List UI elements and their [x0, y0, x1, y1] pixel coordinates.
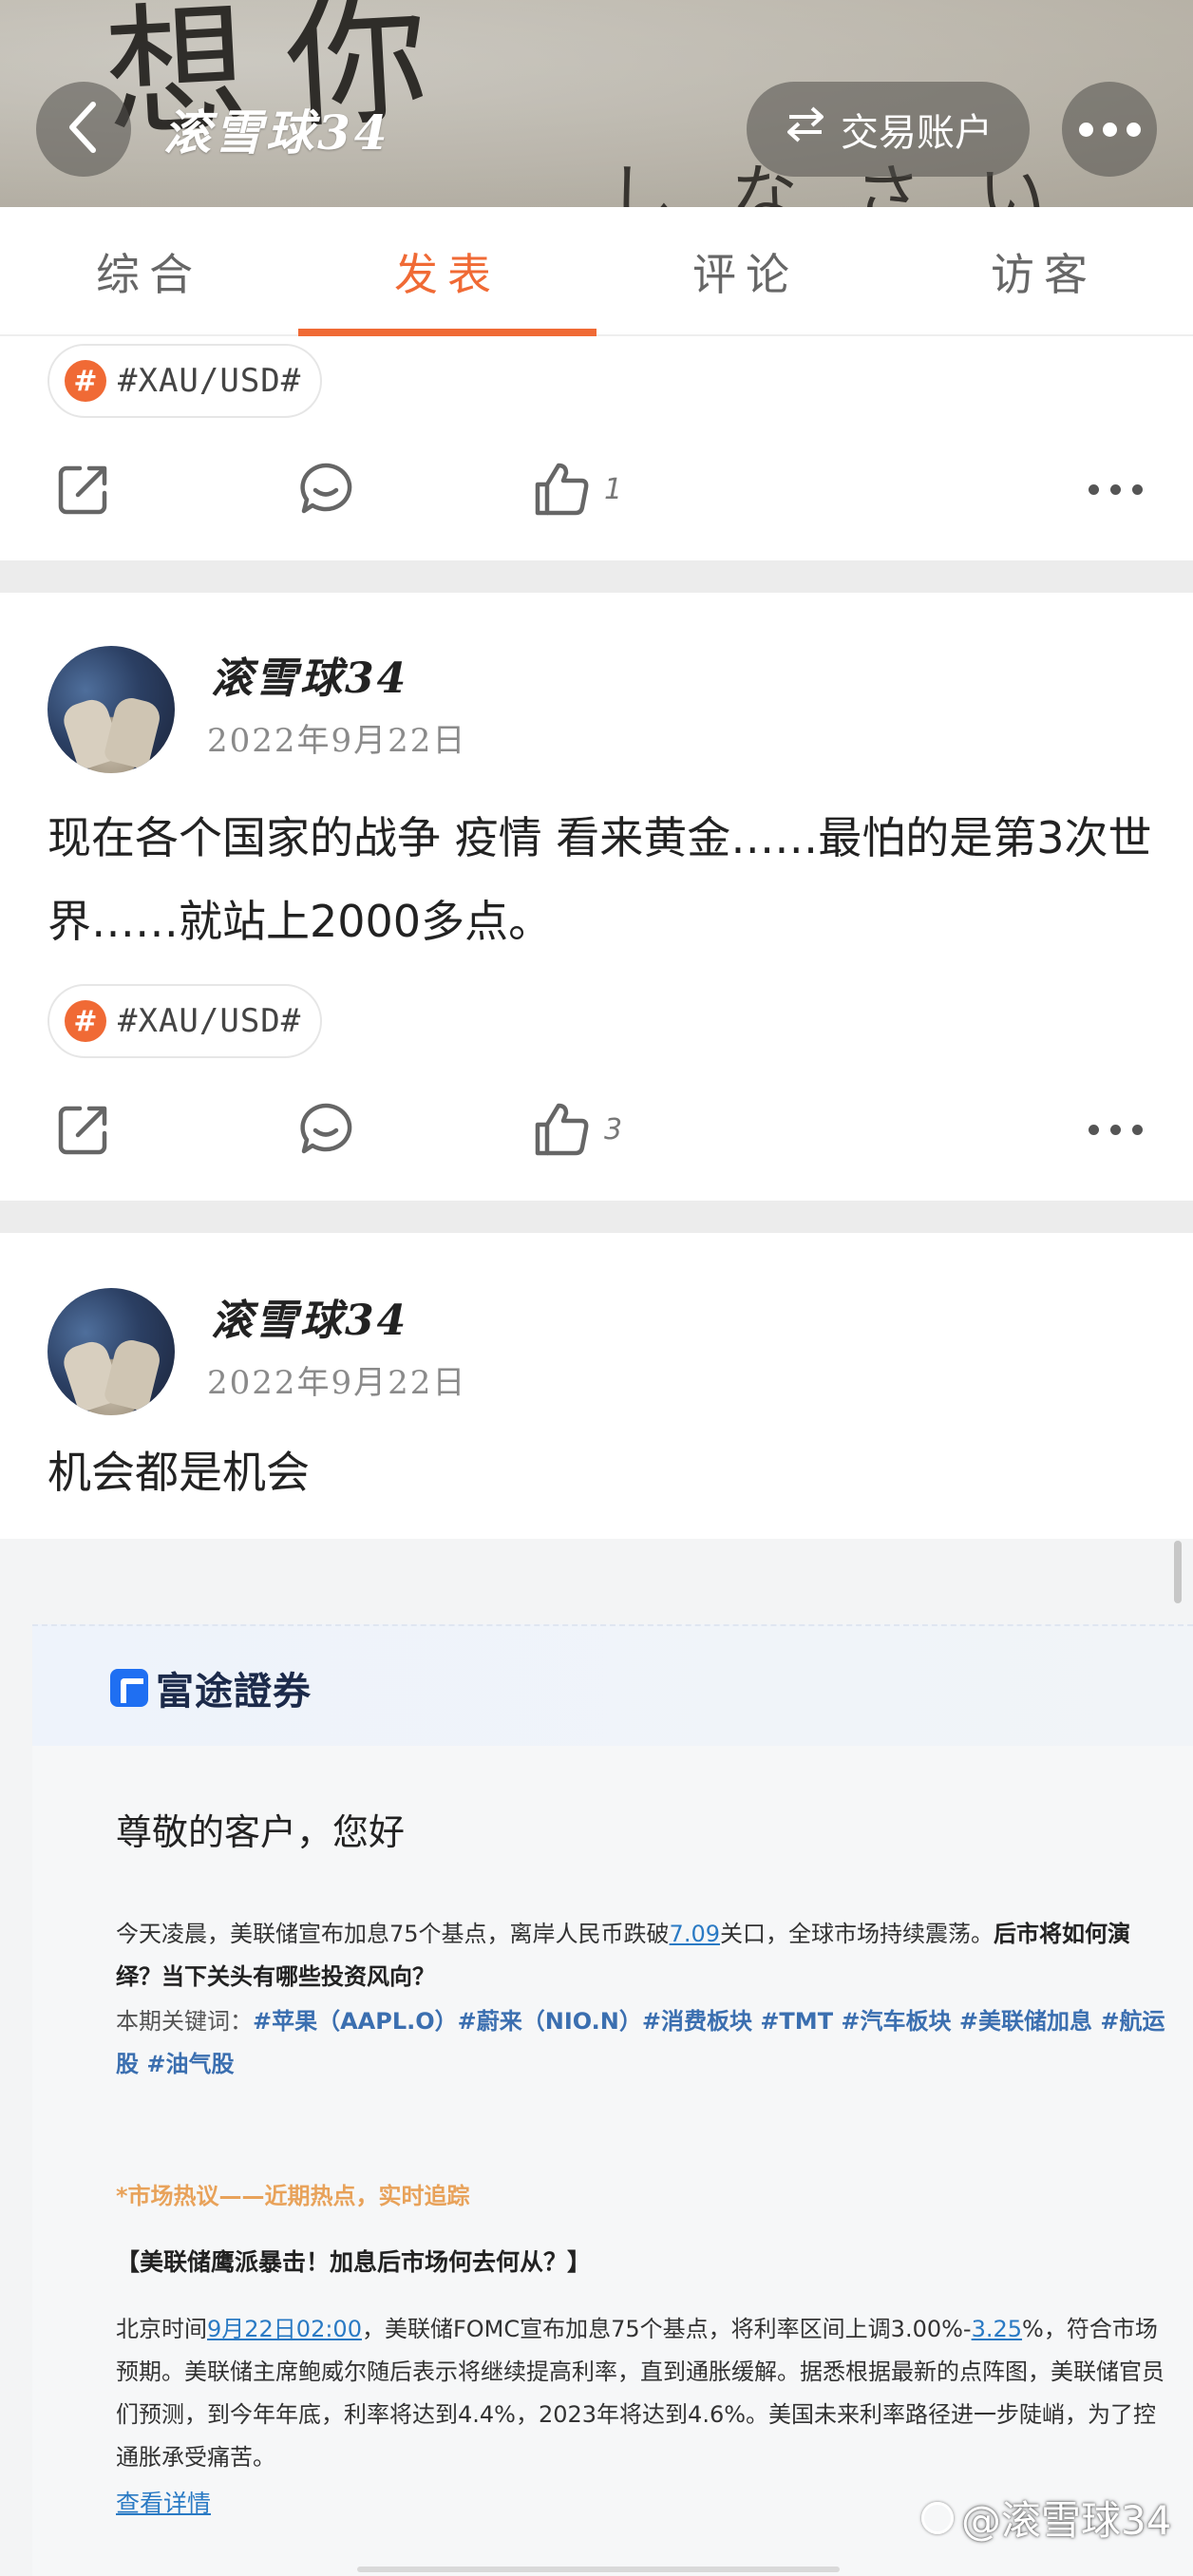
email-greeting: 尊敬的客户，您好	[116, 1811, 406, 1853]
email-article-link[interactable]: 9月22日02:00	[207, 2316, 362, 2342]
topic-tag[interactable]: # #XAU/USD#	[47, 984, 323, 1058]
profile-header: 想你 しなさい 滚雪球34 交易账户	[0, 0, 1193, 207]
email-intro-text: 关口，全球市场持续震荡。	[719, 1921, 994, 1947]
avatar[interactable]	[47, 1288, 175, 1415]
share-icon	[55, 1101, 112, 1158]
post-author[interactable]: 滚雪球34	[211, 1286, 408, 1347]
post-more-button[interactable]	[1089, 446, 1143, 532]
tab-comments[interactable]: 评论	[596, 207, 895, 336]
post-date: 2022年9月22日	[207, 1364, 467, 1402]
more-dots-icon	[1089, 1124, 1143, 1135]
post-actions: 1	[0, 446, 1193, 532]
topic-tag[interactable]: # #XAU/USD#	[47, 344, 323, 418]
email-article-text: 北京时间	[116, 2316, 207, 2342]
watermark: @滚雪球34	[921, 2489, 1171, 2547]
email-hot-topic: *市场热议——近期热点，实时追踪	[116, 2183, 470, 2209]
email-intro-link[interactable]: 7.09	[670, 1921, 720, 1947]
topic-tag-label: #XAU/USD#	[118, 1002, 302, 1040]
futu-logo: 富途證券	[110, 1660, 312, 1715]
email-header: 富途證券	[32, 1624, 1193, 1746]
post-divider	[0, 560, 1193, 593]
like-button[interactable]: 3	[532, 1087, 622, 1172]
topic-tag-label: #XAU/USD#	[118, 362, 302, 400]
hashtag-icon: #	[65, 360, 106, 402]
futu-logo-icon	[110, 1669, 148, 1707]
hashtag-icon: #	[65, 1000, 106, 1042]
post-date: 2022年9月22日	[207, 722, 467, 760]
swap-arrows-icon	[784, 105, 827, 153]
post-text[interactable]: 机会都是机会	[47, 1430, 1159, 1514]
email-keywords: 本期关键词：#苹果（AAPL.O）#蔚来（NIO.N）#消费板块 #TMT #汽…	[116, 2000, 1170, 2086]
comment-icon	[296, 1100, 355, 1159]
image-scrollbar	[1174, 1541, 1182, 1603]
share-button[interactable]	[55, 446, 112, 532]
post-actions: 3	[0, 1087, 1193, 1172]
watermark-logo-icon	[921, 2501, 954, 2534]
more-dots-icon	[1078, 122, 1141, 137]
keywords-label: 本期关键词：	[116, 2008, 253, 2035]
share-icon	[55, 461, 112, 518]
share-button[interactable]	[55, 1087, 112, 1172]
chevron-left-icon	[65, 99, 103, 160]
home-indicator[interactable]	[357, 2567, 840, 2572]
email-intro: 今天凌晨，美联储宣布加息75个基点，离岸人民币跌破7.09关口，全球市场持续震荡…	[116, 1913, 1170, 1998]
email-article-text: ，美联储FOMC宣布加息75个基点，将利率区间上调3.00%-	[361, 2316, 972, 2342]
post-more-button[interactable]	[1089, 1087, 1143, 1172]
view-details-link[interactable]: 查看详情	[116, 2485, 211, 2519]
avatar[interactable]	[47, 646, 175, 773]
comment-button[interactable]	[296, 446, 355, 532]
email-body: 尊敬的客户，您好 今天凌晨，美联储宣布加息75个基点，离岸人民币跌破7.09关口…	[32, 1746, 1193, 2576]
trading-account-label: 交易账户	[841, 111, 993, 155]
comment-button[interactable]	[296, 1087, 355, 1172]
trading-account-button[interactable]: 交易账户	[747, 82, 1030, 177]
email-article: 北京时间9月22日02:00，美联储FOMC宣布加息75个基点，将利率区间上调3…	[116, 2308, 1170, 2479]
like-count: 1	[604, 472, 623, 506]
profile-tabs: 综合 发表 评论 访客	[0, 207, 1193, 336]
email-intro-text: 今天凌晨，美联储宣布加息75个基点，离岸人民币跌破	[116, 1921, 670, 1947]
tab-posts[interactable]: 发表	[298, 207, 596, 336]
like-count: 3	[604, 1112, 623, 1146]
comment-icon	[296, 460, 355, 519]
email-headline: 【美联储鹰派暴击！加息后市场何去何从？】	[116, 2248, 592, 2276]
more-options-button[interactable]	[1062, 82, 1157, 177]
futu-brand-name: 富途證券	[156, 1670, 312, 1714]
more-dots-icon	[1089, 483, 1143, 495]
post-divider	[0, 1201, 1193, 1233]
post-text[interactable]: 现在各个国家的战争 疫情 看来黄金……最怕的是第3次世界……就站上2000多点。	[47, 796, 1159, 963]
page-title: 滚雪球34	[163, 104, 391, 161]
post-image[interactable]: 富途證券 尊敬的客户，您好 今天凌晨，美联储宣布加息75个基点，离岸人民币跌破7…	[0, 1539, 1193, 2576]
thumbs-up-icon	[532, 1100, 591, 1159]
like-button[interactable]: 1	[532, 446, 622, 532]
post-author[interactable]: 滚雪球34	[211, 644, 408, 705]
back-button[interactable]	[36, 82, 131, 177]
keywords-list: #苹果（AAPL.O）#蔚来（NIO.N）#消费板块 #TMT #汽车板块 #美…	[116, 2008, 1165, 2077]
watermark-text: @滚雪球34	[961, 2497, 1172, 2544]
tab-visitors[interactable]: 访客	[895, 207, 1193, 336]
email-article-link[interactable]: 3.25	[972, 2316, 1022, 2342]
thumbs-up-icon	[532, 460, 591, 519]
tab-overview[interactable]: 综合	[0, 207, 298, 336]
